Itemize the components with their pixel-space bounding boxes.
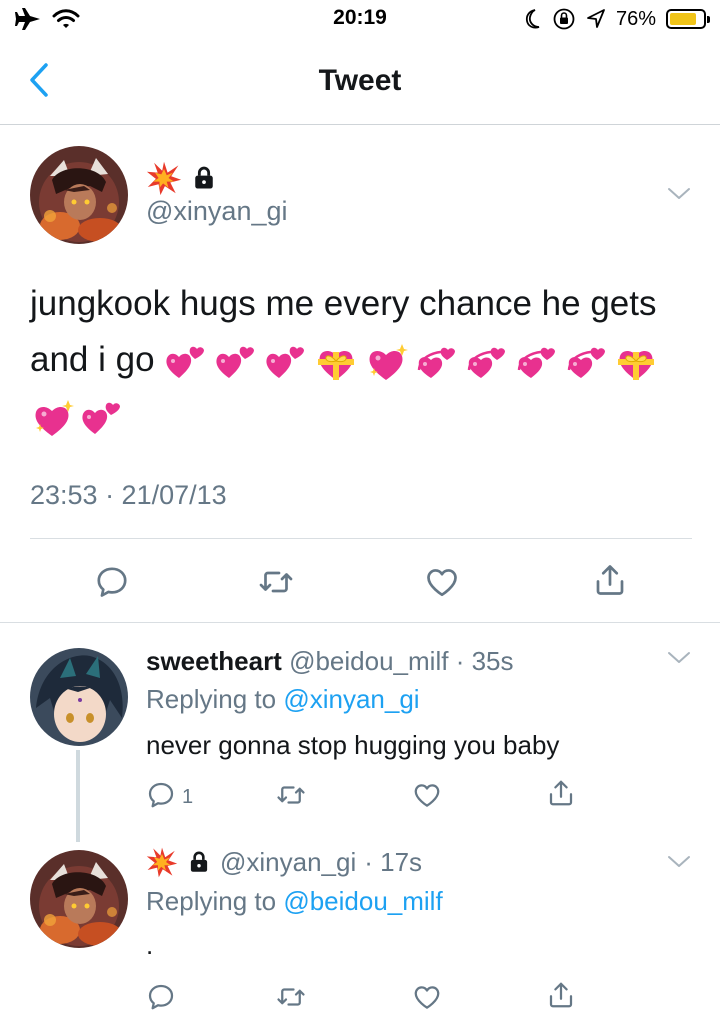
caret-down-icon[interactable] [664,184,694,204]
reply-text: . [146,930,154,960]
revolving-hearts-emoji [414,342,458,382]
retweet-icon[interactable] [276,780,306,810]
avatar-image [30,146,128,244]
like-icon[interactable] [424,564,460,600]
sparkling-heart-emoji [30,398,74,438]
share-icon[interactable] [546,980,576,1010]
revolving-hearts-emoji [464,342,508,382]
avatar-image [30,648,128,746]
caret-down-icon[interactable] [664,852,694,872]
two-hearts-emoji [80,398,124,438]
reply-text: never gonna stop hugging you baby [146,730,560,760]
reply-icon[interactable] [146,982,176,1012]
battery-fill [670,13,696,25]
lock-icon [190,164,218,192]
display-name[interactable]: sweetheart [146,646,282,676]
tweet-text: jungkook hugs me every chance he gets an… [30,276,680,444]
tweet-timestamp: 23:53 · 21/07/13 [30,480,227,510]
moon-icon [525,9,540,29]
share-icon[interactable] [546,778,576,808]
reply-header: sweetheart @beidou_milf · 35s [146,646,514,677]
avatar-image [30,850,128,948]
reply-handle[interactable]: @xinyan_gi [220,847,356,878]
sparkling-heart-emoji [364,342,408,382]
replying-to-label: Replying to [146,684,277,714]
avatar[interactable] [30,146,128,244]
replying-to-link[interactable]: @beidou_milf [283,886,442,916]
heart-with-ribbon-emoji [614,342,658,382]
battery-icon [666,9,710,29]
reply-count: 1 [182,786,194,808]
reply-time: · 35s [455,646,514,676]
reply-handle[interactable]: @beidou_milf [289,646,448,676]
retweet-icon[interactable] [276,982,306,1012]
main-name-row [146,160,218,196]
revolving-hearts-emoji [564,342,608,382]
status-right-icons: 76% [522,6,710,32]
main-handle[interactable]: @xinyan_gi [146,196,288,227]
battery-nub [707,16,710,23]
retweet-icon[interactable] [258,564,294,600]
collision-emoji [146,160,182,196]
status-bar: 20:19 76% [0,0,720,40]
revolving-hearts-emoji [514,342,558,382]
section-divider [0,622,720,623]
replying-to-link[interactable]: @xinyan_gi [283,684,419,714]
reply-icon[interactable] [94,564,130,600]
replying-to: Replying to @xinyan_gi [146,684,420,715]
battery-percent: 76% [615,7,656,30]
reply-time: · 17s [364,846,423,877]
avatar[interactable] [30,648,128,746]
lock-icon [186,849,212,875]
page-title: Tweet [318,64,402,97]
heart-with-ribbon-emoji [314,342,358,382]
share-icon[interactable] [592,562,628,598]
replying-to: Replying to @beidou_milf [146,886,443,917]
location-arrow-icon [587,9,605,28]
thread-line [76,750,80,842]
collision-emoji [146,846,178,878]
reply-icon[interactable] [146,780,176,810]
caret-down-icon[interactable] [664,648,694,668]
like-icon[interactable] [412,982,442,1012]
like-icon[interactable] [412,780,442,810]
two-hearts-emoji [264,342,308,382]
divider [30,538,692,539]
reply-header: @xinyan_gi · 17s [146,846,422,878]
nav-header: Tweet [0,40,720,125]
replying-to-label: Replying to [146,886,277,916]
two-hearts-emoji [164,342,208,382]
two-hearts-emoji [214,342,258,382]
orientation-lock-icon [553,8,575,30]
avatar[interactable] [30,850,128,948]
